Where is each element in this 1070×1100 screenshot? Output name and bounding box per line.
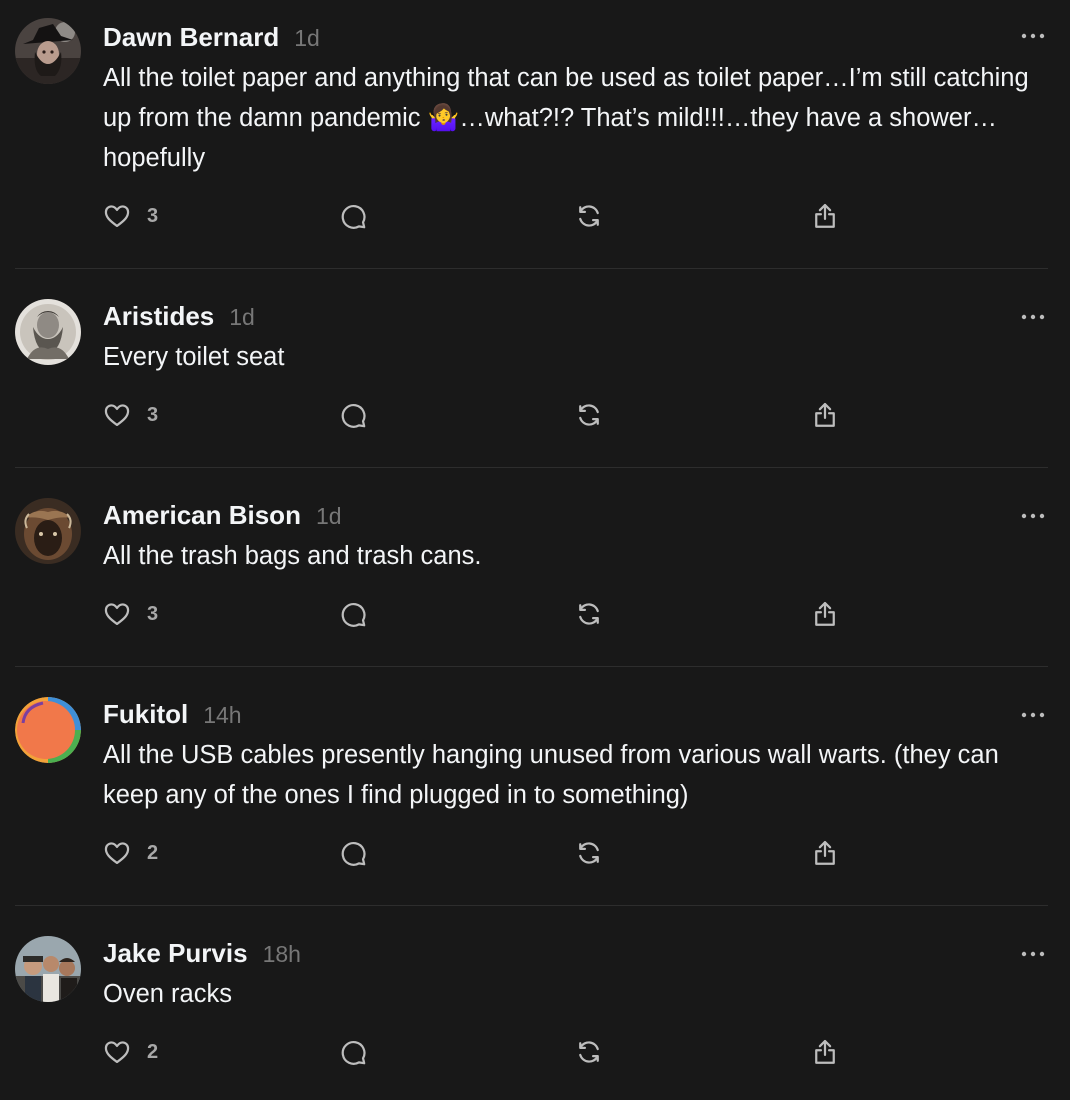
avatar[interactable] <box>15 697 81 763</box>
username[interactable]: American Bison <box>103 500 301 531</box>
more-options-icon[interactable] <box>1020 506 1046 526</box>
repost-button[interactable] <box>575 401 811 429</box>
reply-post: Jake Purvis 18h Oven racks 2 <box>15 906 1048 1100</box>
share-icon <box>815 840 835 865</box>
post-text: Every toilet seat <box>103 343 285 371</box>
avatar[interactable] <box>15 299 81 365</box>
reply-post: Aristides 1d Every toilet seat 3 <box>15 269 1048 468</box>
more-options-icon[interactable] <box>1020 705 1046 725</box>
reply-post: Fukitol 14h All the USB cables presently… <box>15 667 1048 906</box>
repost-button[interactable] <box>575 1038 811 1066</box>
reply-post: Dawn Bernard 1d All the toilet paper and… <box>15 0 1048 269</box>
heart-icon <box>104 205 130 228</box>
like-button[interactable]: 2 <box>103 839 339 867</box>
share-icon <box>815 1039 835 1064</box>
repost-button[interactable] <box>575 202 811 230</box>
comment-button[interactable] <box>339 1038 575 1066</box>
action-bar: 2 <box>103 833 1048 873</box>
heart-icon <box>104 1041 130 1064</box>
like-count: 2 <box>147 1040 159 1063</box>
heart-icon <box>104 404 130 427</box>
comment-button[interactable] <box>339 202 575 230</box>
comment-button[interactable] <box>339 839 575 867</box>
like-button[interactable]: 3 <box>103 600 339 628</box>
timestamp[interactable]: 1d <box>316 503 342 530</box>
share-button[interactable] <box>811 202 839 230</box>
post-text: All the USB cables presently hanging unu… <box>103 741 999 809</box>
avatar[interactable] <box>15 936 81 1002</box>
comment-bubble-icon <box>341 842 366 866</box>
username[interactable]: Aristides <box>103 301 214 332</box>
username[interactable]: Dawn Bernard <box>103 22 279 53</box>
more-options-icon[interactable] <box>1020 944 1046 964</box>
repost-button[interactable] <box>575 839 811 867</box>
share-button[interactable] <box>811 1038 839 1066</box>
username[interactable]: Jake Purvis <box>103 938 248 969</box>
repost-icon <box>579 1041 599 1063</box>
action-bar: 3 <box>103 196 1048 236</box>
action-bar: 3 <box>103 594 1048 634</box>
timestamp[interactable]: 1d <box>294 25 320 52</box>
repost-button[interactable] <box>575 600 811 628</box>
post-text: All the toilet paper and anything that c… <box>103 64 1029 172</box>
like-button[interactable]: 3 <box>103 401 339 429</box>
more-options-icon[interactable] <box>1020 307 1046 327</box>
repost-icon <box>579 205 599 227</box>
avatar[interactable] <box>15 498 81 564</box>
repost-icon <box>579 603 599 625</box>
comment-bubble-icon <box>341 1041 366 1065</box>
avatar[interactable] <box>15 18 81 84</box>
timestamp[interactable]: 18h <box>263 941 301 968</box>
like-button[interactable]: 3 <box>103 202 339 230</box>
post-text: Oven racks <box>103 980 232 1008</box>
comment-bubble-icon <box>341 205 366 229</box>
share-button[interactable] <box>811 401 839 429</box>
comment-button[interactable] <box>339 401 575 429</box>
share-icon <box>815 402 835 427</box>
action-bar: 2 <box>103 1032 1048 1072</box>
heart-icon <box>104 842 130 865</box>
reply-post: American Bison 1d All the trash bags and… <box>15 468 1048 667</box>
reply-feed: Dawn Bernard 1d All the toilet paper and… <box>0 0 1070 1100</box>
share-icon <box>815 601 835 626</box>
username[interactable]: Fukitol <box>103 699 188 730</box>
comment-bubble-icon <box>341 404 366 428</box>
post-text: All the trash bags and trash cans. <box>103 542 482 570</box>
share-button[interactable] <box>811 600 839 628</box>
like-count: 3 <box>147 403 159 426</box>
repost-icon <box>579 842 599 864</box>
like-count: 3 <box>147 204 159 227</box>
heart-icon <box>104 603 130 626</box>
repost-icon <box>579 404 599 426</box>
timestamp[interactable]: 14h <box>203 702 241 729</box>
action-bar: 3 <box>103 395 1048 435</box>
share-icon <box>815 203 835 228</box>
comment-button[interactable] <box>339 600 575 628</box>
like-button[interactable]: 2 <box>103 1038 339 1066</box>
timestamp[interactable]: 1d <box>229 304 255 331</box>
like-count: 2 <box>147 841 159 864</box>
like-count: 3 <box>147 602 159 625</box>
share-button[interactable] <box>811 839 839 867</box>
comment-bubble-icon <box>341 603 366 627</box>
more-options-icon[interactable] <box>1020 26 1046 46</box>
